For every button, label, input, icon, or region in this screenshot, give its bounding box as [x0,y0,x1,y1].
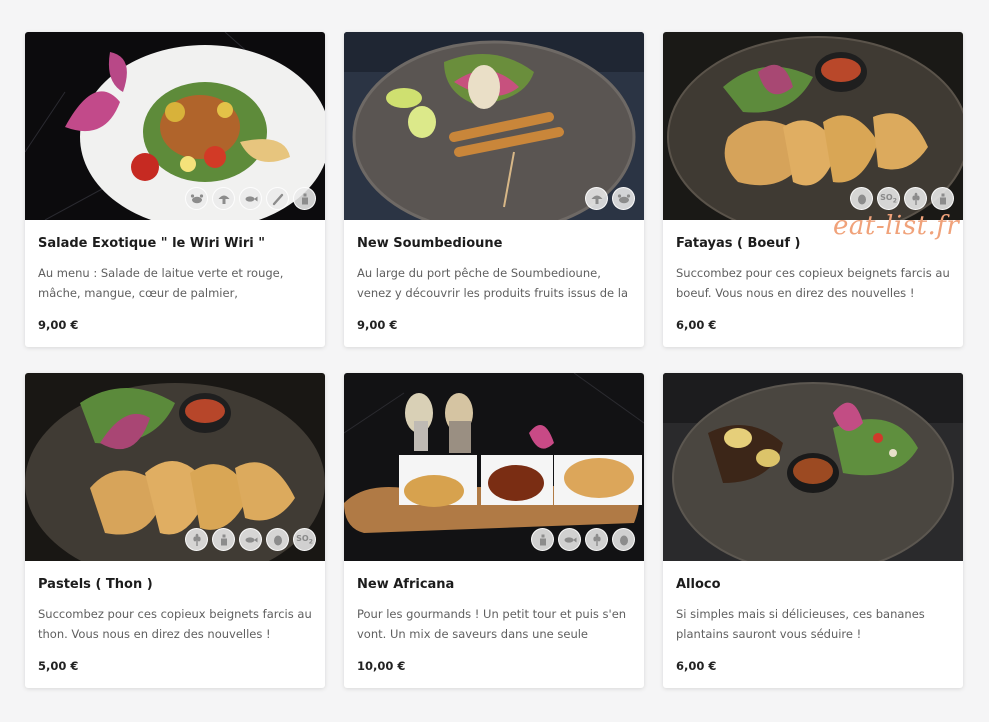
sulphite-icon: SO2 [293,528,316,551]
dish-description: Succombez pour ces copieux beignets farc… [676,266,950,300]
wheat-icon [904,187,927,210]
dish-price: 10,00 € [357,659,406,673]
fish-icon [558,528,581,551]
dish-description: Si simples mais si délicieuses, ces bana… [676,607,925,641]
watermark: eat-list.fr [833,211,960,241]
dish-card[interactable]: Alloco Si simples mais si délicieuses, c… [663,373,963,688]
dish-grid: Salade Exotique " le Wiri Wiri " Au menu… [25,32,963,688]
fork-icon [266,187,289,210]
crab-icon [185,187,208,210]
mushroom-icon [212,187,235,210]
dish-photo: SO2 [25,373,325,561]
dish-photo: SO2 [663,32,963,220]
egg-icon [612,528,635,551]
dish-card[interactable]: Salade Exotique " le Wiri Wiri " Au menu… [25,32,325,347]
sulphite-icon: SO2 [877,187,900,210]
dish-name: New Soumbedioune [357,236,503,251]
dish-price: 9,00 € [357,318,398,332]
dish-price: 6,00 € [676,659,717,673]
dish-price: 9,00 € [38,318,79,332]
dish-photo [663,373,963,561]
dish-name: Alloco [676,577,721,592]
dish-description: Au menu : Salade de laitue verte et roug… [38,266,284,300]
dish-description: Succombez pour ces copieux beignets farc… [38,607,312,641]
allergen-icons [185,187,316,210]
allergen-icons [531,528,635,551]
egg-icon [266,528,289,551]
dish-card[interactable]: New Africana Pour les gourmands ! Un pet… [344,373,644,688]
dish-description: Au large du port pêche de Soumbedioune, … [357,266,629,300]
allergen-icons: SO2 [185,528,316,551]
bottle-icon [293,187,316,210]
fish-icon [239,528,262,551]
dish-photo [344,373,644,561]
dish-name: Pastels ( Thon ) [38,577,153,592]
dish-name: New Africana [357,577,455,592]
wheat-icon [185,528,208,551]
dish-card[interactable]: SO2 Fatayas ( Boeuf ) Succombez pour ces… [663,32,963,347]
mushroom-icon [585,187,608,210]
bottle-icon [931,187,954,210]
allergen-icons: SO2 [850,187,954,210]
allergen-icons [585,187,635,210]
bottle-icon [531,528,554,551]
crab-icon [612,187,635,210]
dish-price: 6,00 € [676,318,717,332]
bottle-icon [212,528,235,551]
dish-card[interactable]: New Soumbedioune Au large du port pêche … [344,32,644,347]
egg-icon [850,187,873,210]
dish-photo [344,32,644,220]
dish-name: Salade Exotique " le Wiri Wiri " [38,236,266,251]
dish-photo [25,32,325,220]
dish-card[interactable]: SO2 Pastels ( Thon ) Succombez pour ces … [25,373,325,688]
dish-price: 5,00 € [38,659,79,673]
wheat-icon [585,528,608,551]
dish-description: Pour les gourmands ! Un petit tour et pu… [357,607,627,641]
fish-icon [239,187,262,210]
